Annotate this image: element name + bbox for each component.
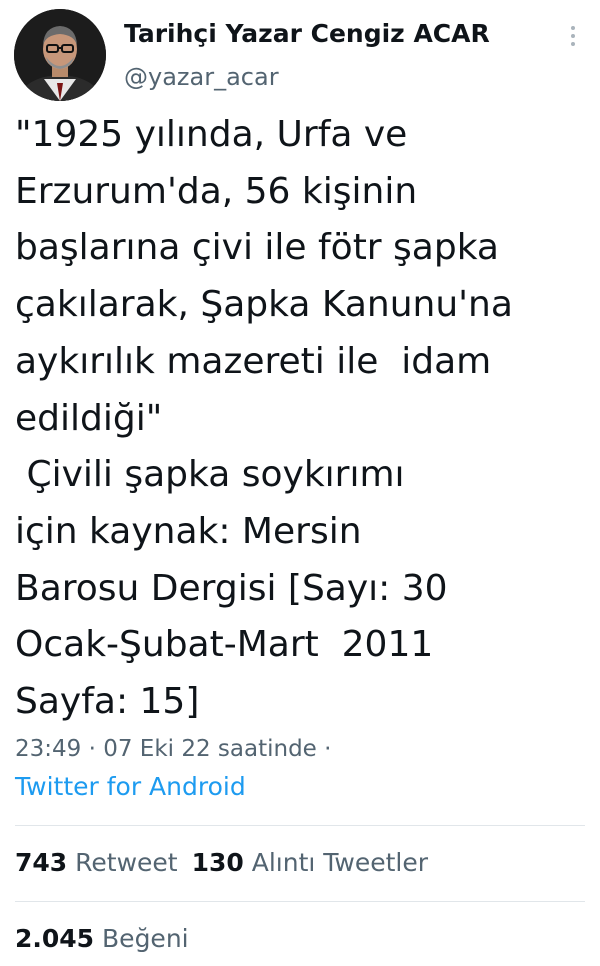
more-dot bbox=[571, 26, 575, 30]
avatar-portrait-image bbox=[14, 9, 106, 101]
more-dot bbox=[571, 42, 575, 46]
likes-stat[interactable]: 2.045 Beğeni bbox=[15, 924, 189, 954]
author-handle[interactable]: @yazar_acar bbox=[124, 62, 279, 92]
more-dot bbox=[571, 34, 575, 38]
quote-count: 130 bbox=[191, 848, 244, 877]
tweet-timestamp[interactable]: 23:49 · 07 Eki 22 saatinde · bbox=[15, 735, 331, 763]
author-name[interactable]: Tarihçi Yazar Cengiz ACAR bbox=[124, 18, 490, 50]
like-count: 2.045 bbox=[15, 924, 95, 953]
tweet-text: "1925 yılında, Urfa ve Erzurum'da, 56 ki… bbox=[15, 114, 513, 723]
quote-label: Alıntı Tweetler bbox=[251, 848, 429, 877]
author-avatar[interactable] bbox=[14, 9, 106, 101]
engagement-stats: 743 Retweet 130 Alıntı Tweetler bbox=[15, 848, 428, 878]
more-vertical-icon[interactable] bbox=[558, 20, 588, 52]
retweet-label: Retweet bbox=[75, 848, 178, 877]
like-label: Beğeni bbox=[102, 924, 189, 953]
divider bbox=[15, 901, 585, 902]
retweets-stat[interactable]: 743 Retweet bbox=[15, 848, 178, 877]
divider bbox=[15, 825, 585, 826]
tweet-source-link[interactable]: Twitter for Android bbox=[15, 772, 246, 802]
tweet-header: Tarihçi Yazar Cengiz ACAR @yazar_acar bbox=[0, 0, 600, 101]
retweet-count: 743 bbox=[15, 848, 68, 877]
quotes-stat[interactable]: 130 Alıntı Tweetler bbox=[192, 848, 428, 877]
